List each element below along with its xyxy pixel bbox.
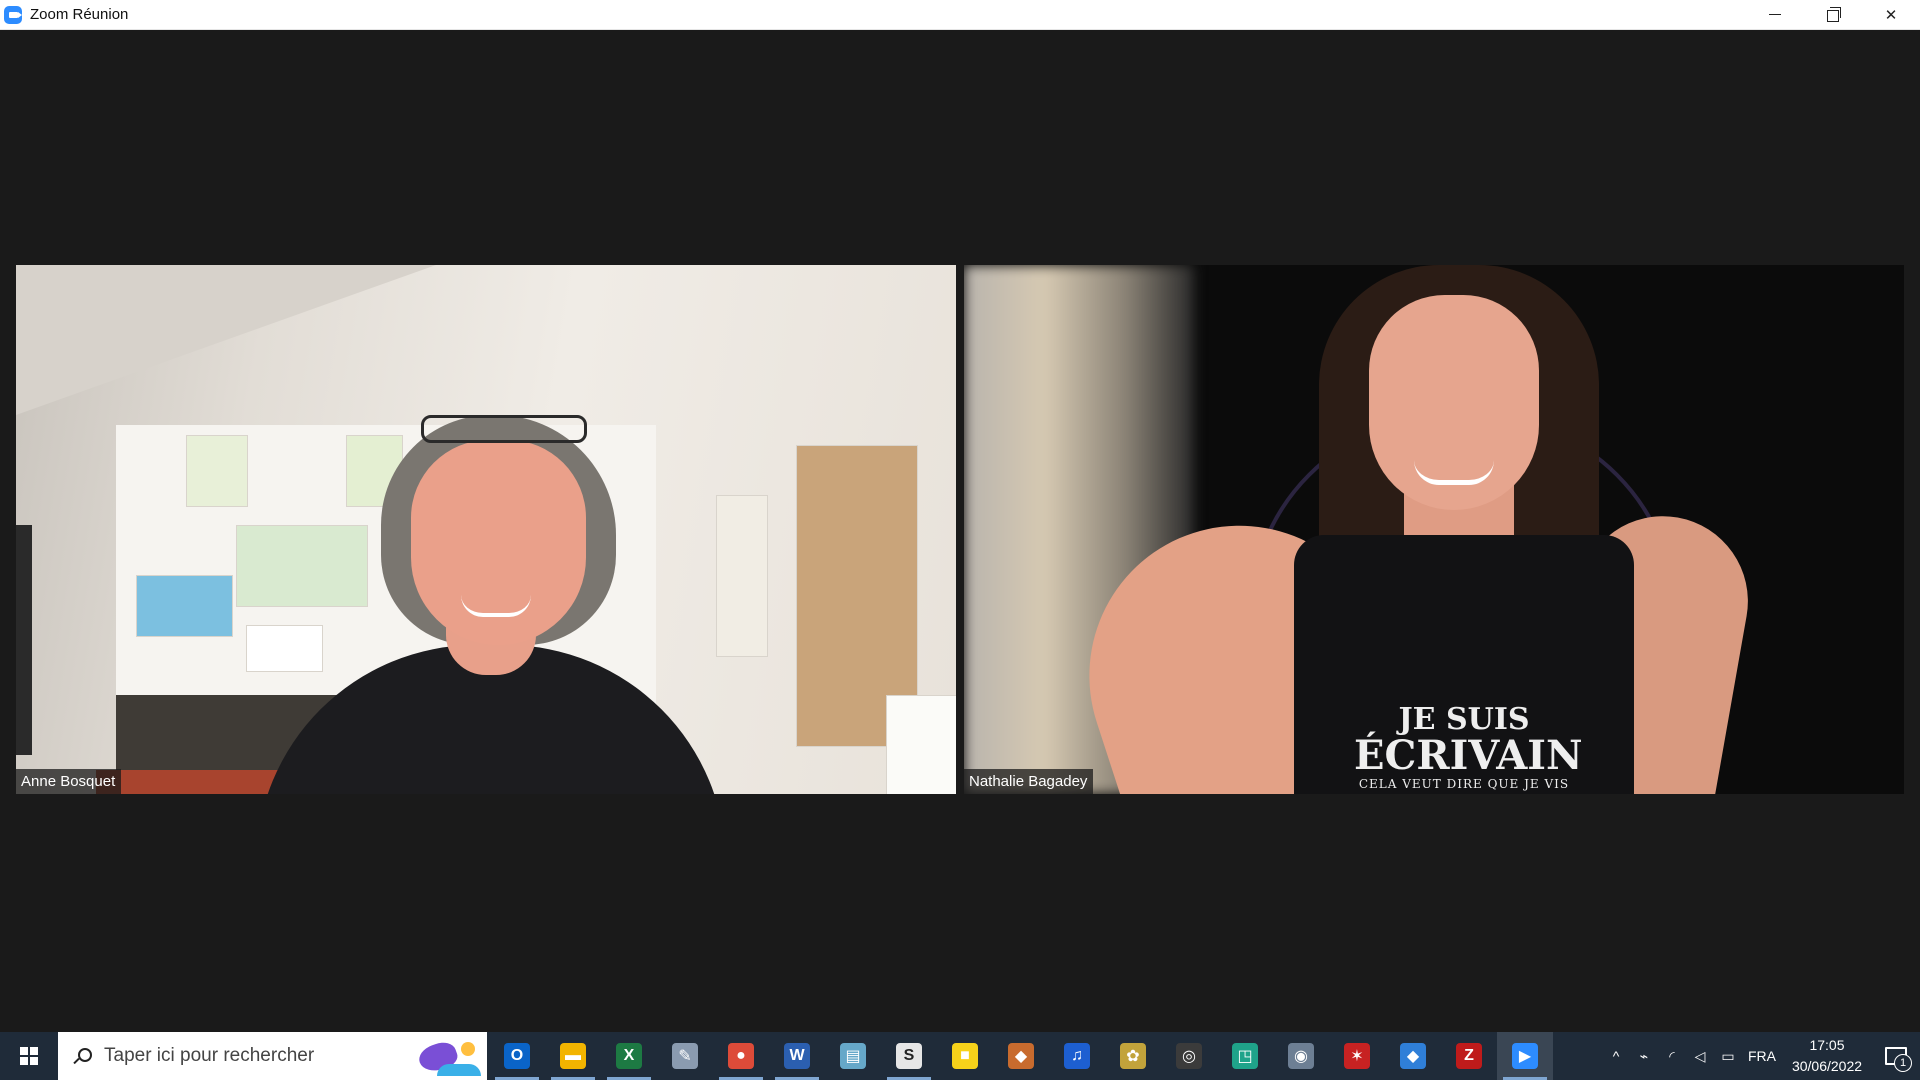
- dragon-app-icon: ✶: [1344, 1043, 1370, 1069]
- audio-app-icon: ♫: [1064, 1043, 1090, 1069]
- taskbar-app-notes[interactable]: ▤: [825, 1032, 881, 1080]
- taskbar-app-zoom[interactable]: ▶: [1497, 1032, 1553, 1080]
- tray-overflow-chevron-icon[interactable]: ^: [1602, 1032, 1630, 1080]
- start-button[interactable]: [0, 1032, 58, 1080]
- shirt-line-1: JE SUIS: [1398, 702, 1530, 737]
- clock-date: 30/06/2022: [1791, 1058, 1863, 1074]
- taskbar-app-camera[interactable]: ◉: [1273, 1032, 1329, 1080]
- video-tile-anne[interactable]: Anne Bosquet: [16, 265, 956, 794]
- shirt-line-3: CELA VEUT DIRE QUE JE VIS: [1358, 777, 1570, 791]
- taskbar-app-sourcetree[interactable]: ◆: [1385, 1032, 1441, 1080]
- window-controls: ✕: [1746, 0, 1920, 29]
- restore-button[interactable]: [1804, 0, 1862, 29]
- taskbar-app-scrivener[interactable]: S: [881, 1032, 937, 1080]
- window-title: Zoom Réunion: [30, 6, 129, 23]
- file-explorer-icon: ▬: [560, 1043, 586, 1069]
- glasses: [421, 415, 587, 443]
- taskbar-app-excel[interactable]: X: [601, 1032, 657, 1080]
- game-app-icon: ✿: [1120, 1043, 1146, 1069]
- taskbar-app-dragon-app[interactable]: ✶: [1329, 1032, 1385, 1080]
- chrome-icon: ●: [728, 1043, 754, 1069]
- taskbar-app-paint[interactable]: ✎: [657, 1032, 713, 1080]
- obs-icon: ◎: [1176, 1043, 1202, 1069]
- taskbar-app-file-explorer[interactable]: ▬: [545, 1032, 601, 1080]
- search-placeholder: Taper ici pour rechercher: [104, 1045, 315, 1066]
- taskbar-app-capture-app[interactable]: ◳: [1217, 1032, 1273, 1080]
- scrivener-icon: S: [896, 1043, 922, 1069]
- close-icon: ✕: [1884, 6, 1898, 24]
- clock-time: 17:05: [1809, 1037, 1845, 1053]
- notification-count-badge: 1: [1894, 1054, 1912, 1072]
- taskbar-app-obs[interactable]: ◎: [1161, 1032, 1217, 1080]
- taskbar-app-sticky-notes[interactable]: ■: [937, 1032, 993, 1080]
- taskbar-search-box[interactable]: Taper ici pour rechercher: [58, 1032, 487, 1080]
- windows-taskbar: Taper ici pour rechercher O ▬ X ✎ ● W ▤ S ■ ◆ ♫ ✿ ◎ ◳…: [0, 1032, 1920, 1080]
- sticky-notes-icon: ■: [952, 1043, 978, 1069]
- participant-name-tag: Anne Bosquet: [16, 769, 122, 794]
- restore-icon: [1827, 6, 1841, 22]
- search-icon: [74, 1048, 92, 1064]
- search-highlight-illustration-icon: [401, 1038, 481, 1076]
- taskbar-app-word[interactable]: W: [769, 1032, 825, 1080]
- capture-app-icon: ◳: [1232, 1043, 1258, 1069]
- taskbar-app-game-app[interactable]: ✿: [1105, 1032, 1161, 1080]
- wifi-icon[interactable]: ◜: [1658, 1032, 1686, 1080]
- taskbar-app-media-tool[interactable]: ◆: [993, 1032, 1049, 1080]
- usb-icon[interactable]: ⌁: [1630, 1032, 1658, 1080]
- paint-icon: ✎: [672, 1043, 698, 1069]
- clock[interactable]: 17:05 30/06/2022: [1782, 1035, 1872, 1077]
- taskbar-app-outlook[interactable]: O: [489, 1032, 545, 1080]
- volume-icon[interactable]: ◁: [1686, 1032, 1714, 1080]
- zoom-icon: ▶: [1512, 1043, 1538, 1069]
- participant-name-tag: Nathalie Bagadey: [964, 769, 1094, 794]
- taskbar-app-chrome[interactable]: ●: [713, 1032, 769, 1080]
- title-bar: Zoom Réunion ✕: [0, 0, 1920, 30]
- excel-icon: X: [616, 1043, 642, 1069]
- close-button[interactable]: ✕: [1862, 0, 1920, 29]
- minimize-button[interactable]: [1746, 0, 1804, 29]
- sourcetree-icon: ◆: [1400, 1043, 1426, 1069]
- pinned-apps: O ▬ X ✎ ● W ▤ S ■ ◆ ♫ ✿ ◎ ◳ ◉ ✶ ◆ Z ▶: [489, 1032, 1553, 1080]
- notes-icon: ▤: [840, 1043, 866, 1069]
- word-icon: W: [784, 1043, 810, 1069]
- shirt-print: JE SUIS ÉCRIVAIN CELA VEUT DIRE QUE JE V…: [1354, 702, 1583, 792]
- filezilla-icon: Z: [1456, 1043, 1482, 1069]
- system-tray: ^ ⌁ ◜ ◁ ▭ FRA 17:05 30/06/2022 1: [1602, 1032, 1920, 1080]
- zoom-app-icon: [4, 5, 22, 24]
- video-tile-nathalie[interactable]: JE SUIS ÉCRIVAIN CELA VEUT DIRE QUE JE V…: [964, 265, 1904, 794]
- taskbar-app-audio-app[interactable]: ♫: [1049, 1032, 1105, 1080]
- battery-icon[interactable]: ▭: [1714, 1032, 1742, 1080]
- participant-smile: [461, 595, 531, 617]
- outlook-icon: O: [504, 1043, 530, 1069]
- language-indicator[interactable]: FRA: [1742, 1048, 1782, 1064]
- taskbar-app-filezilla[interactable]: Z: [1441, 1032, 1497, 1080]
- notification-center-button[interactable]: 1: [1872, 1032, 1920, 1080]
- video-ceiling: [16, 265, 436, 415]
- participant-smile: [1414, 460, 1494, 485]
- shirt-line-2: ÉCRIVAIN: [1354, 732, 1583, 779]
- media-tool-icon: ◆: [1008, 1043, 1034, 1069]
- windows-logo-icon: [20, 1047, 38, 1065]
- monitor-edge: [16, 525, 32, 755]
- minimize-icon: [1769, 14, 1781, 15]
- camera-icon: ◉: [1288, 1043, 1314, 1069]
